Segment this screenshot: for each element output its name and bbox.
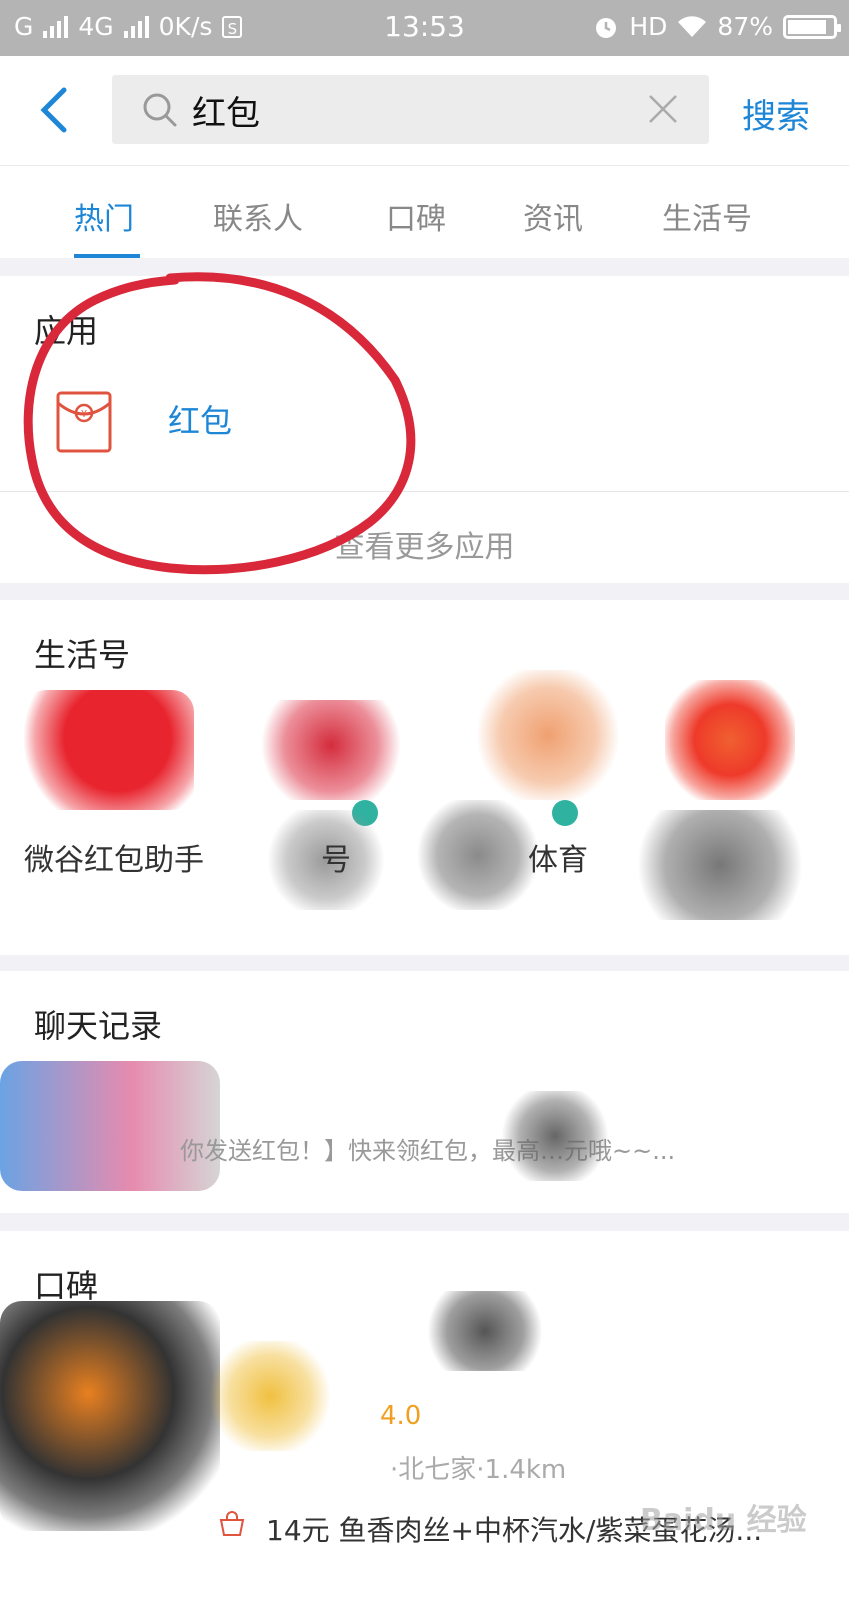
- svg-text:¥: ¥: [81, 409, 87, 420]
- life-account-name: 微谷红包助手: [24, 843, 204, 878]
- battery-icon: [783, 14, 841, 39]
- avatar: [24, 690, 194, 810]
- redacted-scribble: [500, 1091, 610, 1181]
- watermark-logo: Baidu 经验: [640, 1503, 807, 1538]
- back-arrow-icon[interactable]: [36, 86, 76, 134]
- alarm-icon: [596, 17, 617, 38]
- apps-title: 应用: [34, 312, 99, 350]
- redacted-scribble: [420, 1291, 550, 1371]
- shop-location: ·北七家·1.4km: [390, 1455, 567, 1485]
- rating-value: 4.0: [380, 1401, 422, 1431]
- chat-history-section: 聊天记录 你发送红包！】快来领红包，最高…元哦~~...: [0, 971, 849, 1213]
- clear-icon[interactable]: [647, 93, 679, 125]
- shop-image: [0, 1301, 220, 1531]
- more-apps-link[interactable]: 查看更多应用: [0, 522, 849, 566]
- wifi-icon: [678, 15, 707, 37]
- tab-bar: 热门 联系人 口碑 资讯 生活号: [0, 165, 849, 258]
- search-input[interactable]: [190, 85, 614, 135]
- chat-history-title: 聊天记录: [34, 1007, 163, 1045]
- avatar: [0, 1061, 220, 1191]
- battery-percent: 87%: [717, 12, 773, 41]
- apps-section: 应用 ¥ 红包 查看更多应用: [0, 276, 849, 583]
- tab-news[interactable]: 资讯: [523, 194, 583, 238]
- divider: [0, 491, 849, 492]
- avatar: [256, 700, 406, 800]
- avatar: [478, 670, 618, 800]
- app-name: 红包: [168, 402, 233, 440]
- tab-hot[interactable]: 热门: [74, 194, 134, 238]
- search-button[interactable]: 搜索: [742, 89, 810, 138]
- life-accounts-title: 生活号: [34, 636, 131, 674]
- shopping-bag-icon: [219, 1511, 245, 1536]
- koubei-section: 口碑 4.0 ·北七家·1.4km 14元 鱼香肉丝+中杯汽水/紫菜蛋花汤...: [0, 1231, 849, 1600]
- tab-koubei[interactable]: 口碑: [386, 194, 446, 238]
- avatar: [665, 680, 795, 800]
- red-envelope-icon: ¥: [56, 391, 112, 453]
- life-accounts-section: 生活号 微谷红包助手 号 体育: [0, 600, 849, 955]
- tab-contacts[interactable]: 联系人: [213, 194, 303, 238]
- redacted-scribble: [625, 810, 815, 920]
- verified-badge-icon: [552, 800, 578, 826]
- redacted-scribble: [210, 1341, 330, 1451]
- tab-life-accounts[interactable]: 生活号: [662, 194, 752, 238]
- status-bar: G 4G 0K/s S 13:53 HD 87%: [0, 0, 849, 56]
- search-header: 搜索: [0, 56, 849, 165]
- hd-label: HD: [629, 12, 668, 41]
- search-icon: [143, 93, 177, 127]
- search-box: [112, 75, 709, 144]
- life-account-name: 号: [321, 843, 351, 878]
- tab-underline: [74, 254, 140, 258]
- status-right: HD 87%: [593, 12, 841, 41]
